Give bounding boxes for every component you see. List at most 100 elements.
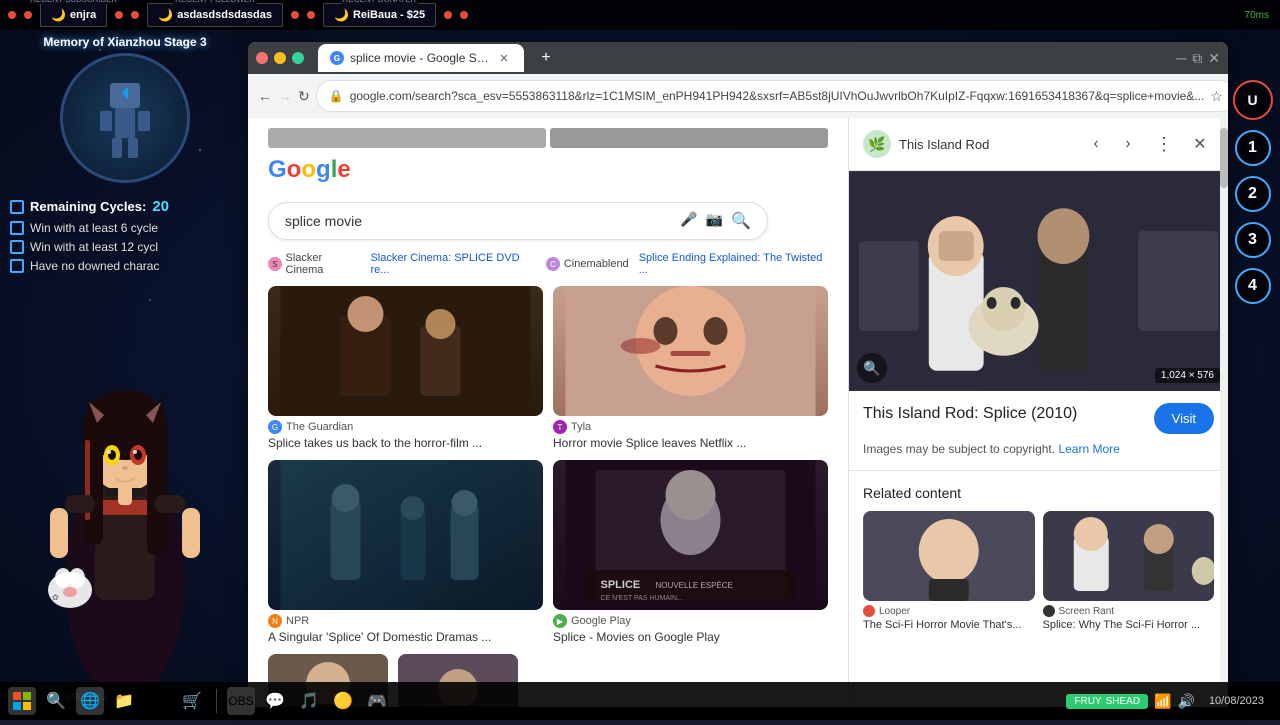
result-link-1[interactable]: Slacker Cinema: SPLICE DVD re... xyxy=(370,252,535,276)
anime-char-svg: ✿ ERUCHIU xyxy=(10,240,240,720)
result-item-npr[interactable]: N NPR A Singular 'Splice' Of Domestic Dr… xyxy=(268,460,543,644)
browser-close-icon[interactable]: ✕ xyxy=(1208,50,1220,67)
recording-dot-3 xyxy=(115,11,123,19)
npr-source-name: NPR xyxy=(286,615,309,627)
npr-favicon: N xyxy=(268,614,282,628)
gplay-source-name: Google Play xyxy=(571,615,631,627)
bookmark-icon[interactable]: ☆ xyxy=(1210,88,1223,105)
result-source-gplay: ▶ Google Play xyxy=(553,614,828,628)
google-logo: Google xyxy=(268,156,351,184)
result-item-gplay[interactable]: SPLICE NOUVELLE ESPÈCE CE N'EST PAS HUMA… xyxy=(553,460,828,644)
maximize-button[interactable] xyxy=(292,52,304,64)
recording-dot-7 xyxy=(444,11,452,19)
search-query-text: splice movie xyxy=(285,213,670,229)
taskbar-clock: 10/08/2023 xyxy=(1201,695,1272,707)
splice-img-1-svg xyxy=(268,286,543,416)
taskbar-right: FRUY SHEAD 📶 🔊 10/08/2023 xyxy=(1066,693,1272,710)
reload-button[interactable]: ↻ xyxy=(298,82,310,110)
learn-more-link[interactable]: Learn More xyxy=(1058,442,1119,456)
source-cinemablend: C Cinemablend xyxy=(546,252,629,276)
search-bar-google[interactable]: splice movie 🎤 📷 🔍 xyxy=(268,202,768,240)
close-button[interactable] xyxy=(256,52,268,64)
browser-restore-icon[interactable]: ⧉ xyxy=(1192,50,1202,67)
taskbar-obs[interactable]: OBS xyxy=(227,687,255,715)
taskbar-separator xyxy=(216,689,217,713)
start-icon xyxy=(13,692,31,710)
browser-nav: ← → ↻ 🔒 google.com/search?sca_esv=555386… xyxy=(248,74,1228,118)
preview-next-button[interactable]: › xyxy=(1114,130,1142,158)
taskbar-mail[interactable]: ✉ xyxy=(144,687,172,715)
lens-search-icon[interactable]: 📷 xyxy=(706,211,723,231)
taskbar-store[interactable]: 🛒 xyxy=(178,687,206,715)
result-img-npr xyxy=(268,460,543,610)
source-cinemablend-label: Cinemablend xyxy=(564,258,629,270)
badge-3: 2 xyxy=(1235,176,1271,212)
preview-header: 🌿 This Island Rod ‹ › ⋮ ✕ xyxy=(849,118,1228,171)
taskbar-cortana[interactable]: 🔍 xyxy=(42,687,70,715)
hero-circle xyxy=(60,53,190,183)
related-content: Related content Loo xyxy=(849,470,1228,645)
voice-search-icon[interactable]: 🎤 xyxy=(680,211,697,231)
screenrant-item-title: Splice: Why The Sci-Fi Horror ... xyxy=(1043,619,1215,631)
result-source-npr: N NPR xyxy=(268,614,543,628)
result-source-tyla: T Tyla xyxy=(553,420,828,434)
back-button[interactable]: ← xyxy=(258,82,272,110)
related-item-looper[interactable]: Looper The Sci-Fi Horror Movie That's... xyxy=(863,511,1035,631)
taskbar-files[interactable]: 📁 xyxy=(110,687,138,715)
source-slacker: S Slacker Cinema xyxy=(268,252,360,276)
tab-favicon: G xyxy=(330,51,344,65)
new-tab-button[interactable]: + xyxy=(534,46,558,70)
result-link-2[interactable]: Splice Ending Explained: The Twisted ... xyxy=(639,252,828,276)
address-bar[interactable]: 🔒 google.com/search?sca_esv=5553863118&r… xyxy=(316,80,1228,112)
result-item-guardian[interactable]: G The Guardian Splice takes us back to t… xyxy=(268,286,543,450)
taskbar-date: 10/08/2023 xyxy=(1209,695,1264,707)
tab-close-button[interactable]: ✕ xyxy=(496,50,512,66)
taskbar-start[interactable] xyxy=(8,687,36,715)
taskbar-chrome[interactable]: 🟡 xyxy=(329,687,357,715)
hero-svg xyxy=(80,73,170,163)
top-bar-right: 70ms xyxy=(1240,9,1274,22)
taskbar-spotify[interactable]: 🎵 xyxy=(295,687,323,715)
preview-image-dimensions: 1,024 × 576 xyxy=(1155,368,1220,383)
looper-item-title: The Sci-Fi Horror Movie That's... xyxy=(863,619,1035,631)
minimize-button[interactable] xyxy=(274,52,286,64)
preview-panel: 🌿 This Island Rod ‹ › ⋮ ✕ xyxy=(848,118,1228,707)
visit-button[interactable]: Visit xyxy=(1154,403,1214,434)
top-sources-row: S Slacker Cinema Slacker Cinema: SPLICE … xyxy=(268,252,828,276)
preview-site-icon: 🌿 xyxy=(863,130,891,158)
search-icons: 🎤 📷 🔍 xyxy=(680,211,751,231)
follower-label: RECENT FOLLOWER xyxy=(173,0,257,4)
recent-subscriber-box: RECENT SUBSCRIBER 🌙 enjra xyxy=(40,3,107,27)
result-img-tyla xyxy=(553,286,828,416)
result-img-gplay: SPLICE NOUVELLE ESPÈCE CE N'EST PAS HUMA… xyxy=(553,460,828,610)
tray-network[interactable]: 📶 xyxy=(1154,693,1171,710)
splice-img-3-svg xyxy=(268,460,543,610)
browser-tab-active[interactable]: G splice movie - Google Search ✕ xyxy=(318,44,524,72)
result-item-tyla[interactable]: T Tyla Horror movie Splice leaves Netfli… xyxy=(553,286,828,450)
taskbar-discord[interactable]: 💬 xyxy=(261,687,289,715)
tray-volume[interactable]: 🔊 xyxy=(1178,693,1195,710)
forward-button[interactable]: → xyxy=(278,82,292,110)
browser-minimize-icon[interactable]: ─ xyxy=(1176,50,1186,66)
npr-result-title: A Singular 'Splice' Of Domestic Dramas .… xyxy=(268,630,543,644)
source-slacker-label: Slacker Cinema xyxy=(286,252,361,276)
guardian-result-title: Splice takes us back to the horror-film … xyxy=(268,436,543,450)
address-text: google.com/search?sca_esv=5553863118&rlz… xyxy=(350,89,1205,103)
preview-main-image: 🔍 1,024 × 576 xyxy=(849,171,1228,391)
remaining-cycles: Remaining Cycles: 20 xyxy=(10,198,240,215)
tyla-source-name: Tyla xyxy=(571,421,591,433)
splice-img-2-svg xyxy=(553,286,828,416)
taskbar-steam[interactable]: 🎮 xyxy=(363,687,391,715)
taskbar-browser[interactable]: 🌐 xyxy=(76,687,104,715)
preview-more-button[interactable]: ⋮ xyxy=(1150,130,1178,158)
badge-2: 1 xyxy=(1235,130,1271,166)
screenrant-source-icon xyxy=(1043,605,1055,617)
preview-prev-button[interactable]: ‹ xyxy=(1082,130,1110,158)
related-img-looper xyxy=(863,511,1035,601)
preview-lens-button[interactable]: 🔍 xyxy=(857,353,887,383)
search-icon[interactable]: 🔍 xyxy=(731,211,751,231)
preview-close-button[interactable]: ✕ xyxy=(1186,130,1214,158)
looper-source-icon xyxy=(863,605,875,617)
recording-dot-1 xyxy=(8,11,16,19)
related-item-screenrant[interactable]: Screen Rant Splice: Why The Sci-Fi Horro… xyxy=(1043,511,1215,631)
